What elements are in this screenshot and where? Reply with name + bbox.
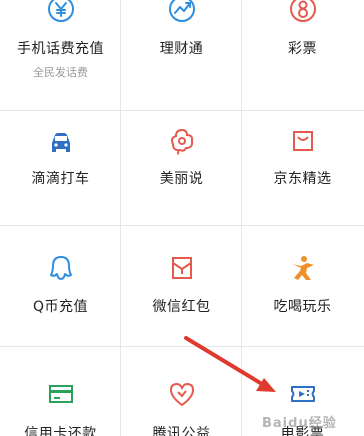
grid-item-creditcard[interactable]: 信用卡还款 (0, 347, 121, 436)
grid-item-sublabel: 全民发话费 (33, 66, 88, 79)
grid-item-label: 美丽说 (159, 171, 204, 187)
lottery-icon (288, 0, 318, 24)
service-grid: 手机话费充值 全民发话费 理财通 彩票 滴滴打车 美丽说 京东精选 Q币充值 微… (0, 0, 364, 436)
grid-item-chihewanle[interactable]: 吃喝玩乐 (242, 226, 363, 346)
grid-item-label: 吃喝玩乐 (273, 299, 332, 315)
grid-item-label: 理财通 (159, 41, 204, 57)
watermark: Baidu经验 (262, 416, 337, 431)
grid-item-charity[interactable]: 腾讯公益 (121, 347, 242, 436)
grid-item-jd[interactable]: 京东精选 (242, 111, 363, 225)
qq-penguin-icon (46, 253, 76, 283)
flower-icon (167, 126, 197, 156)
grid-item-label: 信用卡还款 (24, 426, 97, 436)
grid-item-label: 京东精选 (273, 171, 332, 187)
heart-icon (167, 379, 197, 409)
row-divider (0, 225, 364, 226)
grid-item-qcoin[interactable]: Q币充值 (0, 226, 121, 346)
yuan-circle-icon (46, 0, 76, 24)
grid-item-didi[interactable]: 滴滴打车 (0, 111, 121, 225)
row-divider (0, 110, 364, 111)
column-divider (241, 0, 242, 436)
grid-item-label: Q币充值 (32, 299, 89, 315)
grid-item-label: 手机话费充值 (17, 41, 104, 57)
movie-ticket-icon (288, 379, 318, 409)
trend-chart-icon (167, 0, 197, 24)
taxi-icon (46, 126, 76, 156)
grid-item-lottery[interactable]: 彩票 (242, 0, 363, 110)
grid-item-meilishuo[interactable]: 美丽说 (121, 111, 242, 225)
credit-card-icon (46, 379, 76, 409)
grid-item-label: 腾讯公益 (152, 426, 211, 436)
row-divider (0, 346, 364, 347)
grid-item-hongbao[interactable]: 微信红包 (121, 226, 242, 346)
grid-item-label: 滴滴打车 (31, 171, 90, 187)
grid-item-licaitong[interactable]: 理财通 (121, 0, 242, 110)
grid-item-label: 微信红包 (152, 299, 211, 315)
grid-item-label: 彩票 (288, 41, 317, 57)
column-divider (120, 0, 121, 436)
red-envelope-icon (167, 253, 197, 283)
grid-item-phone-recharge[interactable]: 手机话费充值 全民发话费 (0, 0, 121, 110)
shopping-bag-icon (288, 126, 318, 156)
person-fun-icon (288, 253, 318, 283)
